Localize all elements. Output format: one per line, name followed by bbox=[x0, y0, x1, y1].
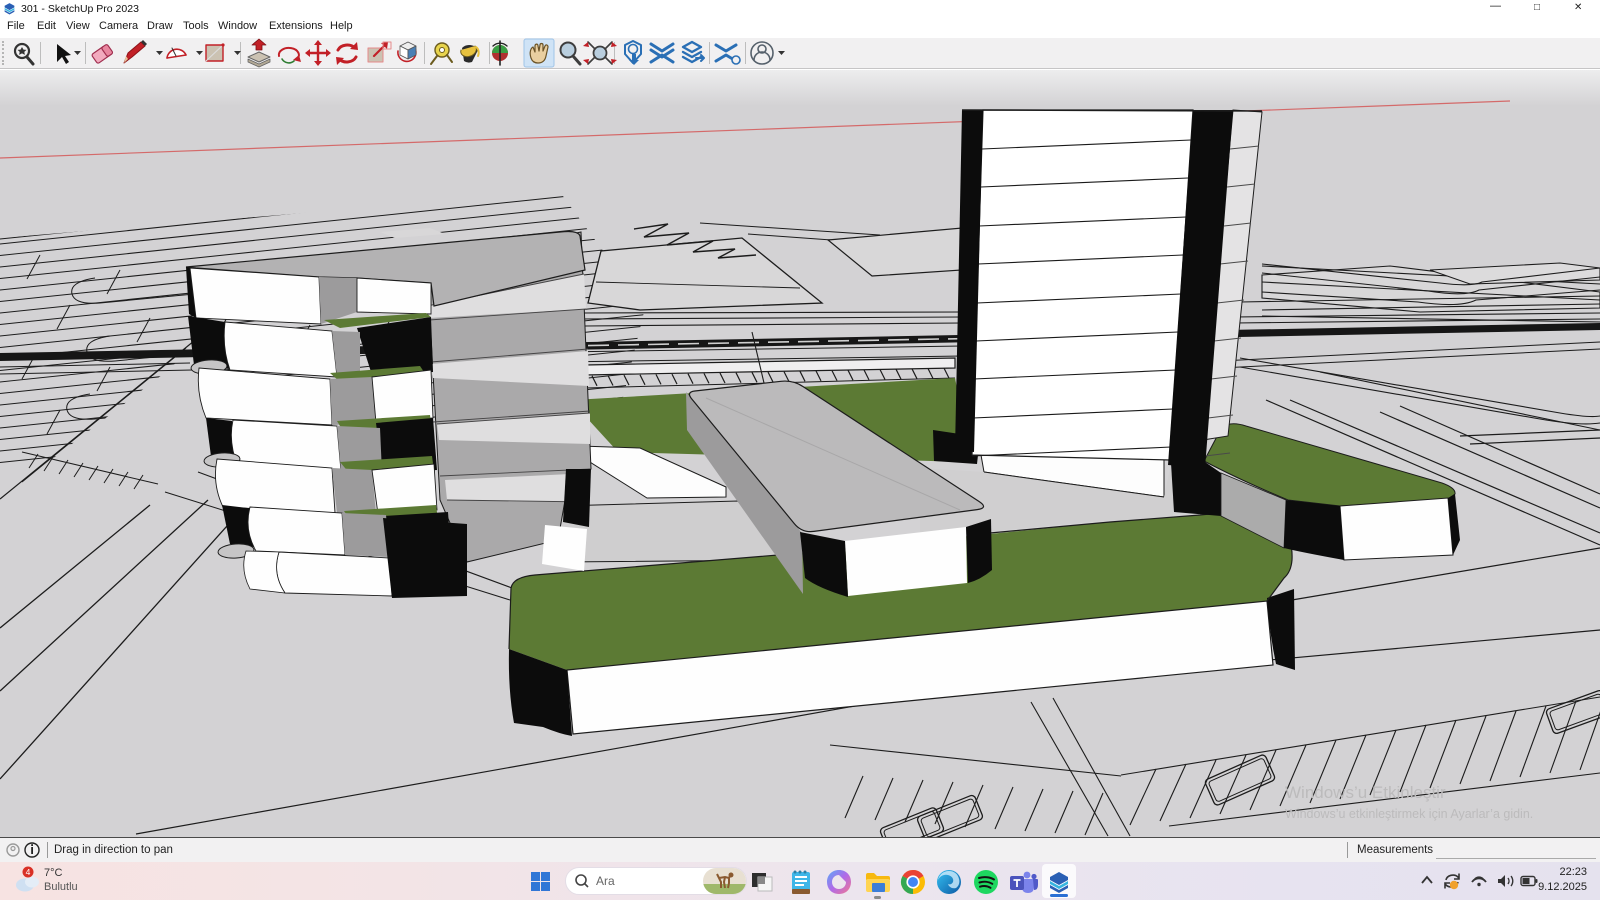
svg-text:Windows’u Etkinleştir: Windows’u Etkinleştir bbox=[1285, 783, 1446, 802]
svg-text:4: 4 bbox=[26, 867, 31, 877]
svg-text:Windows’u etkinleştirmek için: Windows’u etkinleştirmek için Ayarlar’a … bbox=[1285, 807, 1533, 821]
